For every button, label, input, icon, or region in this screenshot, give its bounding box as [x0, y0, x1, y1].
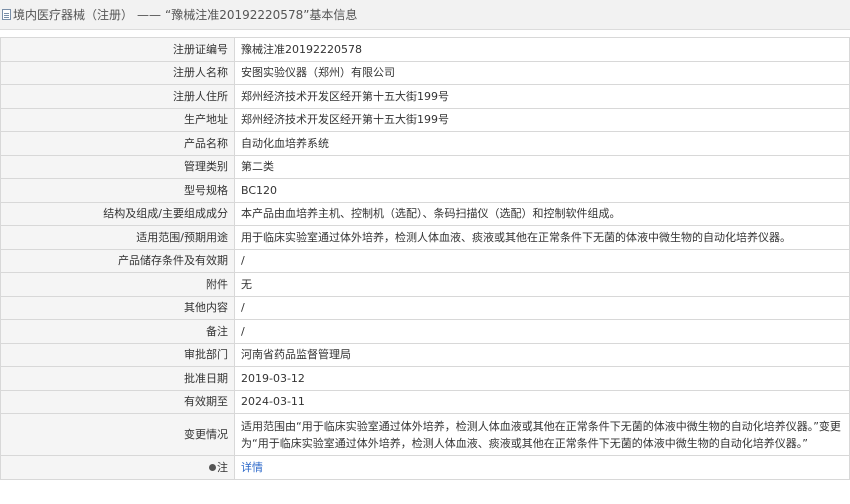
row-value: 豫械注准20192220578: [234, 37, 850, 62]
header-section: 境内医疗器械（注册）: [13, 8, 134, 22]
row-label: 附件: [0, 272, 235, 297]
row-label: 注册人住所: [0, 84, 235, 109]
row-value: BC120: [234, 178, 850, 203]
row-label: 有效期至: [0, 389, 235, 414]
row-label: 审批部门: [0, 342, 235, 367]
row-label: 型号规格: [0, 178, 235, 203]
row-label: 生产地址: [0, 107, 235, 132]
row-value: /: [234, 295, 850, 320]
table-row: 注册人住所 郑州经济技术开发区经开第十五大街199号: [0, 84, 850, 109]
row-value: 无: [234, 272, 850, 297]
note-value-cell: 详情: [234, 455, 850, 480]
row-value: 2024-03-11: [234, 389, 850, 414]
row-value: 用于临床实验室通过体外培养，检测人体血液、痰液或其他在正常条件下无菌的体液中微生…: [234, 225, 850, 250]
row-value: /: [234, 319, 850, 344]
row-value: 适用范围由“用于临床实验室通过体外培养，检测人体血液或其他在正常条件下无菌的体液…: [234, 413, 850, 456]
table-row: 注册证编号 豫械注准20192220578: [0, 37, 850, 62]
info-table-container: 注册证编号 豫械注准20192220578 注册人名称 安图实验仪器（郑州）有限…: [0, 37, 850, 480]
table-row: 产品名称 自动化血培养系统: [0, 131, 850, 156]
header-record-title: “豫械注准20192220578”基本信息: [165, 8, 358, 22]
table-row: 备注 /: [0, 319, 850, 344]
row-value: 本产品由血培养主机、控制机（选配）、条码扫描仪（选配）和控制软件组成。: [234, 201, 850, 226]
row-value: 河南省药品监督管理局: [234, 342, 850, 367]
table-row: 有效期至 2024-03-11: [0, 389, 850, 414]
row-value: /: [234, 248, 850, 273]
row-label: 备注: [0, 319, 235, 344]
row-label: 其他内容: [0, 295, 235, 320]
note-label-cell: 注: [0, 455, 235, 480]
row-label: 产品储存条件及有效期: [0, 248, 235, 273]
note-label: 注: [217, 460, 228, 474]
table-row: 附件 无: [0, 272, 850, 297]
row-value: 自动化血培养系统: [234, 131, 850, 156]
row-label: 结构及组成/主要组成成分: [0, 201, 235, 226]
row-value: 安图实验仪器（郑州）有限公司: [234, 60, 850, 85]
row-label: 注册人名称: [0, 60, 235, 85]
info-table: 注册证编号 豫械注准20192220578 注册人名称 安图实验仪器（郑州）有限…: [0, 37, 850, 480]
table-row: 变更情况 适用范围由“用于临床实验室通过体外培养，检测人体血液或其他在正常条件下…: [0, 413, 850, 456]
row-label: 变更情况: [0, 413, 235, 456]
table-row: 管理类别 第二类: [0, 154, 850, 179]
page-header: 境内医疗器械（注册） —— “豫械注准20192220578”基本信息: [0, 0, 850, 30]
table-row: 生产地址 郑州经济技术开发区经开第十五大街199号: [0, 107, 850, 132]
row-label: 适用范围/预期用途: [0, 225, 235, 250]
table-row: 适用范围/预期用途 用于临床实验室通过体外培养，检测人体血液、痰液或其他在正常条…: [0, 225, 850, 250]
table-row: 型号规格 BC120: [0, 178, 850, 203]
note-icon: [209, 464, 216, 472]
table-row: 审批部门 河南省药品监督管理局: [0, 342, 850, 367]
detail-link[interactable]: 详情: [241, 461, 263, 474]
row-label: 批准日期: [0, 366, 235, 391]
row-label: 注册证编号: [0, 37, 235, 62]
note-row: 注 详情: [0, 455, 850, 480]
row-value: 第二类: [234, 154, 850, 179]
row-value: 郑州经济技术开发区经开第十五大街199号: [234, 84, 850, 109]
row-label: 产品名称: [0, 131, 235, 156]
header-separator: ——: [137, 7, 162, 22]
row-value: 郑州经济技术开发区经开第十五大街199号: [234, 107, 850, 132]
table-row: 结构及组成/主要组成成分 本产品由血培养主机、控制机（选配）、条码扫描仪（选配）…: [0, 201, 850, 226]
table-row: 批准日期 2019-03-12: [0, 366, 850, 391]
document-icon: [2, 9, 11, 20]
table-row: 产品储存条件及有效期 /: [0, 248, 850, 273]
row-label: 管理类别: [0, 154, 235, 179]
table-row: 其他内容 /: [0, 295, 850, 320]
row-value: 2019-03-12: [234, 366, 850, 391]
table-row: 注册人名称 安图实验仪器（郑州）有限公司: [0, 60, 850, 85]
